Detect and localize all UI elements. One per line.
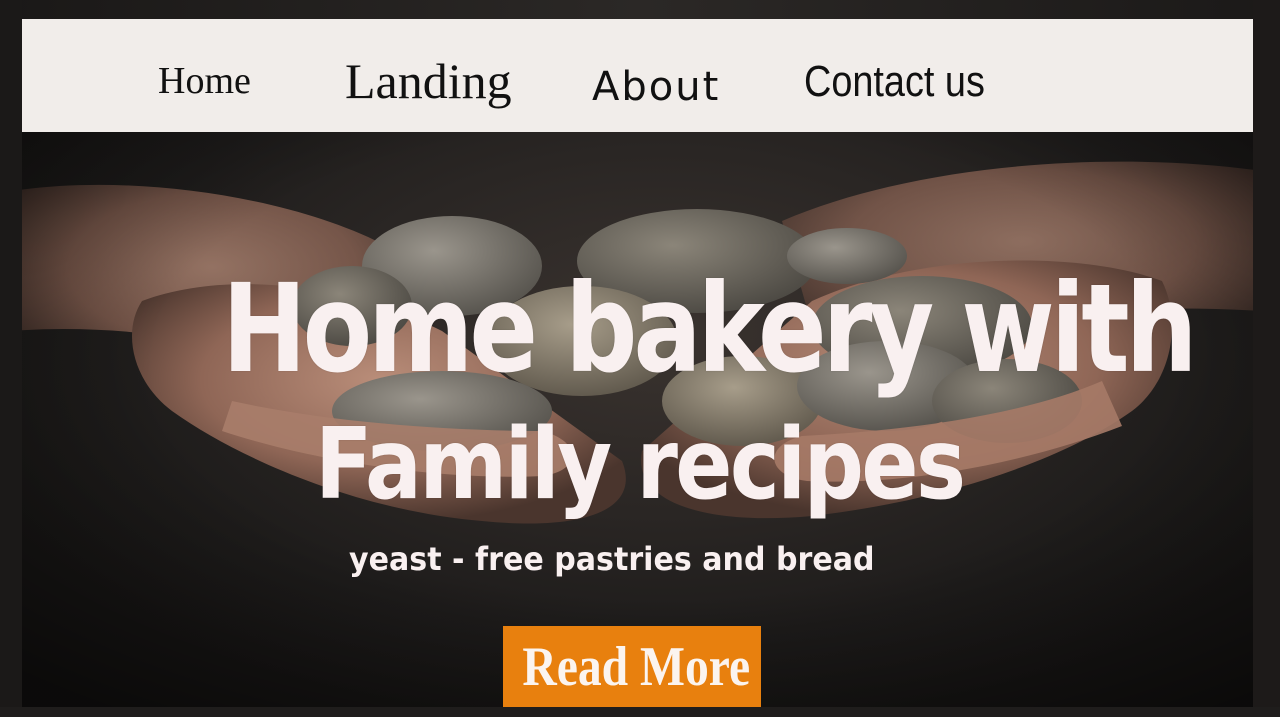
hero-subtitle: yeast - free pastries and bread — [349, 540, 875, 578]
hero-headline-line-1: Home bakery with — [222, 258, 1198, 400]
top-edge — [0, 0, 1280, 19]
read-more-button[interactable]: Read More — [503, 626, 761, 707]
left-edge — [0, 0, 22, 717]
bottom-edge — [0, 707, 1280, 717]
top-navbar: Home Landing About Contact us — [22, 19, 1253, 132]
nav-landing-link[interactable]: Landing — [345, 52, 512, 110]
hero-image: Home bakery with Family recipes yeast - … — [22, 131, 1253, 707]
nav-home-link[interactable]: Home — [158, 59, 251, 103]
read-more-label: Read More — [522, 636, 751, 698]
right-edge — [1253, 0, 1280, 717]
nav-about-link[interactable]: About — [592, 64, 720, 110]
page-frame: Home bakery with Family recipes yeast - … — [0, 0, 1280, 717]
hero-headline-line-2: Family recipes — [315, 408, 966, 522]
nav-contact-link[interactable]: Contact us — [804, 57, 985, 107]
